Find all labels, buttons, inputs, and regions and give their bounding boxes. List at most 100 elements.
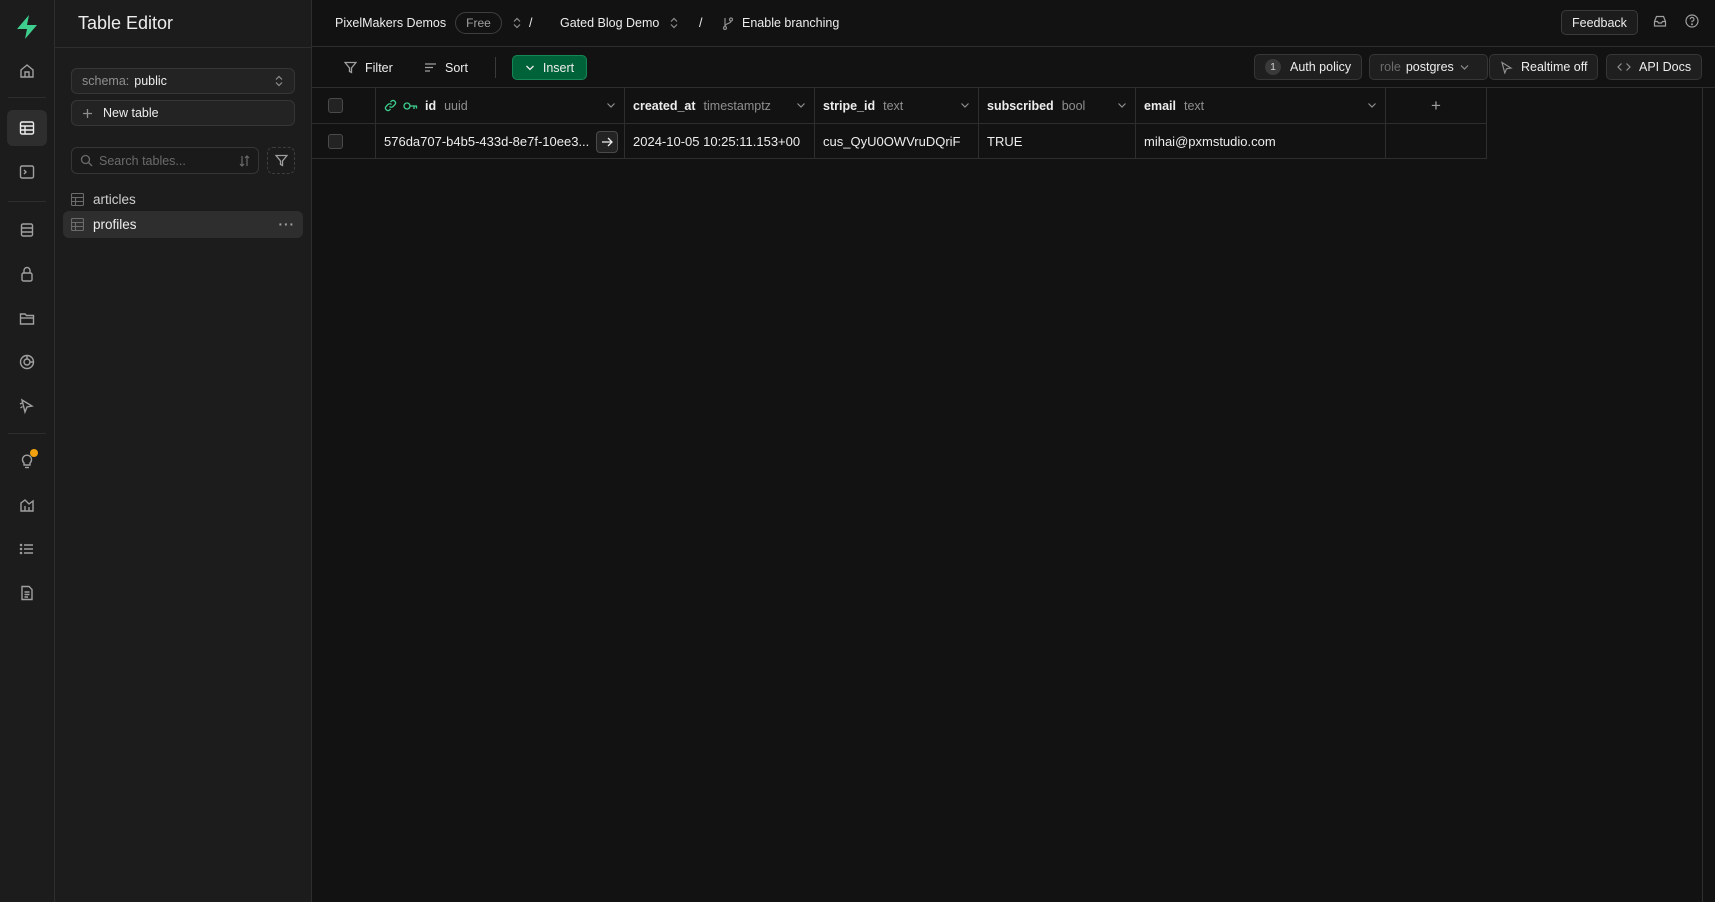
chevron-updown-icon[interactable] bbox=[669, 17, 679, 29]
column-name: subscribed bbox=[987, 98, 1054, 113]
sort-button[interactable]: Sort bbox=[424, 55, 468, 80]
table-name: profiles bbox=[93, 217, 137, 232]
new-table-label: New table bbox=[103, 106, 159, 120]
auth-policy-label: Auth policy bbox=[1290, 60, 1352, 74]
storage-icon[interactable] bbox=[7, 300, 47, 336]
cell-created-at[interactable]: 2024-10-05 10:25:11.153+00 bbox=[625, 124, 815, 159]
sort-icon bbox=[424, 61, 445, 74]
column-header-id[interactable]: id uuid bbox=[376, 88, 625, 124]
advisors-icon[interactable] bbox=[7, 443, 47, 479]
link-icon bbox=[384, 99, 397, 112]
chevron-down-icon[interactable] bbox=[606, 102, 616, 109]
column-type: bool bbox=[1061, 98, 1086, 113]
cell-value: TRUE bbox=[987, 133, 1023, 149]
table-editor-icon[interactable] bbox=[7, 110, 47, 146]
select-all-cell bbox=[312, 88, 376, 124]
table-icon bbox=[71, 218, 84, 231]
toolbar-divider bbox=[495, 57, 496, 78]
row-select-cell bbox=[312, 124, 376, 159]
column-header-email[interactable]: email text bbox=[1136, 88, 1386, 124]
help-icon[interactable] bbox=[1685, 14, 1699, 28]
org-breadcrumb[interactable]: PixelMakers Demos Free bbox=[335, 0, 522, 46]
api-docs-button[interactable]: API Docs bbox=[1606, 54, 1703, 80]
filter-icon bbox=[274, 154, 288, 167]
role-value: postgres bbox=[1405, 60, 1454, 74]
database-icon[interactable] bbox=[7, 212, 47, 248]
supabase-logo-icon[interactable] bbox=[13, 13, 41, 41]
sort-label: Sort bbox=[445, 60, 468, 75]
sidebar-item-articles[interactable]: articles bbox=[63, 186, 303, 213]
reports-icon[interactable] bbox=[7, 487, 47, 523]
chevron-down-icon[interactable] bbox=[796, 102, 806, 109]
sidebar-item-profiles[interactable]: profiles ··· bbox=[63, 211, 303, 238]
project-breadcrumb[interactable]: Gated Blog Demo bbox=[560, 0, 679, 46]
realtime-icon[interactable] bbox=[7, 388, 47, 424]
chevron-down-icon[interactable] bbox=[1117, 102, 1127, 109]
schema-value: public bbox=[134, 74, 167, 88]
git-branch-icon bbox=[722, 16, 734, 30]
sql-editor-icon[interactable] bbox=[7, 154, 47, 190]
column-name: email bbox=[1144, 98, 1176, 113]
chevron-down-icon[interactable] bbox=[960, 102, 970, 109]
column-header-subscribed[interactable]: subscribed bool bbox=[979, 88, 1136, 124]
row-checkbox[interactable] bbox=[328, 133, 343, 149]
insert-button[interactable]: Insert bbox=[512, 55, 587, 80]
column-header-created-at[interactable]: created_at timestamptz bbox=[625, 88, 815, 124]
column-type: text bbox=[883, 98, 904, 113]
auth-policy-count: 1 bbox=[1265, 59, 1281, 75]
column-type: text bbox=[1183, 98, 1205, 113]
plus-icon bbox=[82, 108, 93, 119]
sort-order-icon[interactable] bbox=[239, 154, 250, 167]
filter-tables-button[interactable] bbox=[267, 147, 295, 174]
filter-label: Filter bbox=[365, 60, 393, 75]
chevron-updown-icon[interactable] bbox=[512, 17, 522, 29]
table-editor-sidebar: Table Editor schema: public New table ar… bbox=[55, 0, 312, 902]
realtime-off-icon bbox=[1500, 60, 1521, 74]
edge-functions-icon[interactable] bbox=[7, 344, 47, 380]
logs-icon[interactable] bbox=[7, 531, 47, 567]
select-all-checkbox[interactable] bbox=[328, 98, 343, 113]
feedback-button[interactable]: Feedback bbox=[1561, 10, 1638, 35]
cell-subscribed[interactable]: TRUE bbox=[979, 124, 1136, 159]
column-name: stripe_id bbox=[823, 98, 876, 113]
search-tables bbox=[71, 147, 259, 174]
enable-branching-button[interactable]: Enable branching bbox=[722, 0, 839, 46]
auth-policy-button[interactable]: 1 Auth policy bbox=[1254, 54, 1363, 80]
header-divider bbox=[55, 47, 311, 48]
more-options-icon[interactable]: ··· bbox=[279, 217, 296, 232]
cell-value: 576da707-b4b5-433d-8e7f-10ee3... bbox=[384, 133, 590, 149]
new-table-button[interactable]: New table bbox=[71, 100, 295, 126]
plan-badge: Free bbox=[455, 12, 502, 34]
cell-email[interactable]: mihai@pxmstudio.com bbox=[1136, 124, 1386, 159]
chevron-down-icon bbox=[1460, 64, 1477, 71]
rail-divider bbox=[8, 97, 46, 98]
schema-selector[interactable]: schema: public bbox=[71, 68, 295, 94]
search-icon bbox=[80, 154, 93, 167]
scrollbar-track[interactable] bbox=[1702, 88, 1703, 902]
add-column-button[interactable]: + bbox=[1386, 88, 1487, 124]
cell-stripe-id[interactable]: cus_QyU0OWVruDQriF bbox=[815, 124, 979, 159]
inbox-icon[interactable] bbox=[1653, 14, 1667, 28]
chevron-down-icon[interactable] bbox=[1367, 102, 1377, 109]
api-docs-icon[interactable] bbox=[7, 575, 47, 611]
lock-icon[interactable] bbox=[7, 256, 47, 292]
cell-value: mihai@pxmstudio.com bbox=[1144, 133, 1276, 149]
column-header-stripe-id[interactable]: stripe_id text bbox=[815, 88, 979, 124]
realtime-toggle-button[interactable]: Realtime off bbox=[1489, 54, 1599, 80]
breadcrumb-separator: / bbox=[699, 16, 703, 30]
filter-button[interactable]: Filter bbox=[344, 55, 393, 80]
cell-id[interactable]: 576da707-b4b5-433d-8e7f-10ee3... bbox=[376, 124, 625, 159]
api-docs-label: API Docs bbox=[1639, 60, 1692, 74]
page-title: Table Editor bbox=[78, 13, 174, 33]
org-name: PixelMakers Demos bbox=[335, 16, 447, 30]
rail-divider bbox=[8, 201, 46, 202]
grid-toolbar: Filter Sort Insert 1 Auth policy role po… bbox=[312, 47, 1715, 88]
table-name: articles bbox=[93, 192, 136, 207]
role-selector[interactable]: role postgres bbox=[1369, 54, 1488, 80]
arrow-right-icon[interactable] bbox=[596, 131, 618, 153]
home-icon[interactable] bbox=[7, 53, 47, 89]
chevron-updown-icon bbox=[274, 75, 284, 87]
search-tables-input[interactable] bbox=[99, 153, 229, 168]
realtime-label: Realtime off bbox=[1521, 60, 1588, 74]
table-icon bbox=[71, 193, 84, 206]
